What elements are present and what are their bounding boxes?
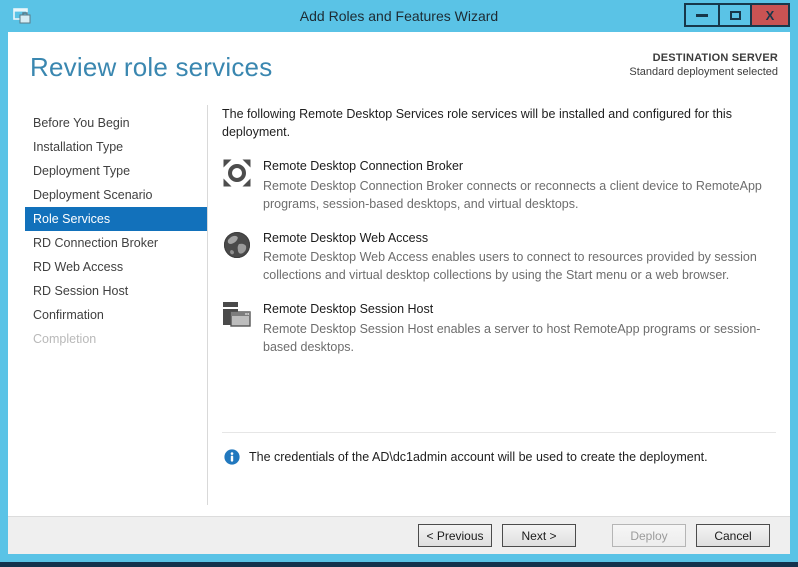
maximize-button[interactable] [718, 5, 750, 25]
minimize-icon [696, 14, 708, 17]
maximize-icon [730, 11, 741, 20]
sidebar-item-deployment-scenario[interactable]: Deployment Scenario [25, 183, 207, 207]
sidebar-item-confirmation[interactable]: Confirmation [25, 303, 207, 327]
wizard-body: Review role services DESTINATION SERVER … [8, 32, 790, 516]
minimize-button[interactable] [686, 5, 718, 25]
sidebar-item-deployment-type[interactable]: Deployment Type [25, 159, 207, 183]
sidebar-item-role-services[interactable]: Role Services [25, 207, 207, 231]
window-controls: X [684, 3, 790, 27]
close-button[interactable]: X [750, 5, 788, 25]
cancel-button[interactable]: Cancel [696, 524, 770, 547]
main-content: The following Remote Desktop Services ro… [222, 105, 780, 373]
wizard-icon [12, 6, 32, 26]
deploy-button: Deploy [612, 524, 686, 547]
wizard-footer: < Previous Next > Deploy Cancel [8, 516, 790, 554]
window-title: Add Roles and Features Wizard [0, 8, 798, 24]
sidebar-item-installation-type[interactable]: Installation Type [25, 135, 207, 159]
note-text: The credentials of the AD\dc1admin accou… [249, 449, 708, 466]
destination-server-value: Standard deployment selected [629, 66, 778, 78]
sidebar-item-before-you-begin[interactable]: Before You Begin [25, 111, 207, 135]
destination-server-block: DESTINATION SERVER Standard deployment s… [629, 52, 778, 78]
connection-broker-icon [222, 158, 252, 188]
credentials-note: The credentials of the AD\dc1admin accou… [224, 449, 776, 466]
sidebar-item-rd-web-access[interactable]: RD Web Access [25, 255, 207, 279]
service-text: Remote Desktop Web Access Remote Desktop… [263, 230, 780, 285]
desktop-edge [0, 562, 798, 567]
service-description: Remote Desktop Session Host enables a se… [263, 320, 780, 356]
service-title: Remote Desktop Session Host [263, 301, 780, 317]
destination-server-label: DESTINATION SERVER [629, 52, 778, 64]
wizard-steps-sidebar: Before You Begin Installation Type Deplo… [25, 111, 207, 351]
service-item-web-access: Remote Desktop Web Access Remote Desktop… [222, 230, 780, 285]
service-description: Remote Desktop Web Access enables users … [263, 248, 780, 284]
close-icon: X [766, 8, 775, 23]
sidebar-item-rd-session-host[interactable]: RD Session Host [25, 279, 207, 303]
info-icon [224, 449, 240, 465]
service-title: Remote Desktop Web Access [263, 230, 780, 246]
intro-text: The following Remote Desktop Services ro… [222, 105, 780, 141]
sidebar-divider [207, 105, 208, 505]
service-text: Remote Desktop Connection Broker Remote … [263, 158, 780, 213]
web-access-globe-icon [222, 230, 252, 260]
session-host-icon [222, 301, 252, 331]
service-item-session-host: Remote Desktop Session Host Remote Deskt… [222, 301, 780, 356]
sidebar-item-rd-connection-broker[interactable]: RD Connection Broker [25, 231, 207, 255]
wizard-window: Add Roles and Features Wizard X Review r… [0, 0, 798, 562]
titlebar[interactable]: Add Roles and Features Wizard X [0, 0, 798, 32]
sidebar-item-completion: Completion [25, 327, 207, 351]
service-item-connection-broker: Remote Desktop Connection Broker Remote … [222, 158, 780, 213]
service-text: Remote Desktop Session Host Remote Deskt… [263, 301, 780, 356]
note-separator [222, 432, 776, 433]
next-button[interactable]: Next > [502, 524, 576, 547]
previous-button[interactable]: < Previous [418, 524, 492, 547]
service-title: Remote Desktop Connection Broker [263, 158, 780, 174]
service-description: Remote Desktop Connection Broker connect… [263, 177, 780, 213]
page-title: Review role services [30, 52, 272, 83]
